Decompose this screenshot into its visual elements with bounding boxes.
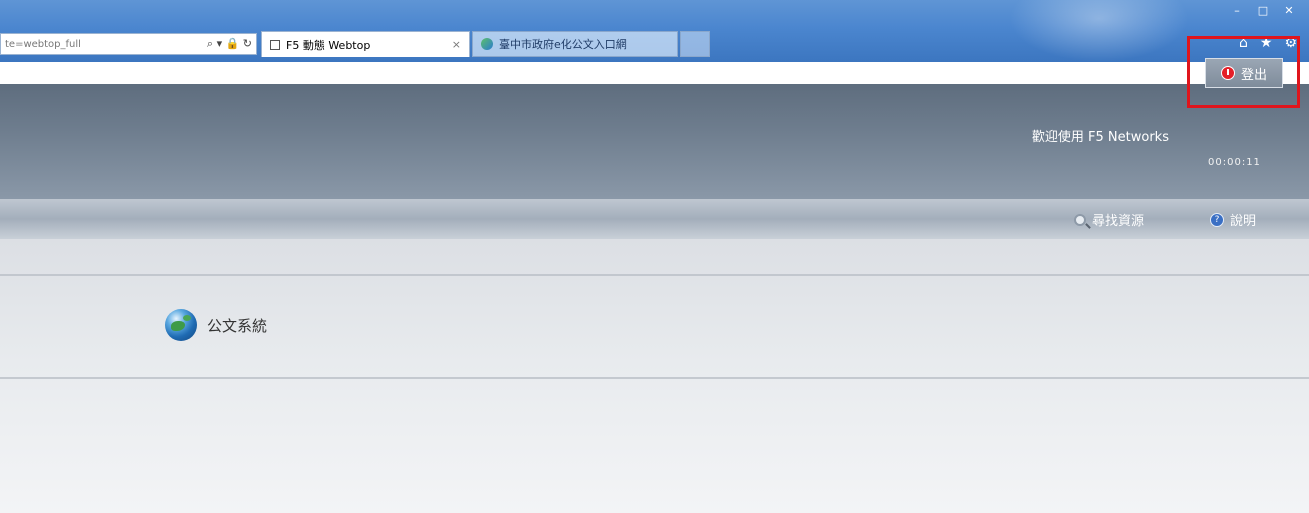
logout-label: 登出 (1240, 67, 1267, 83)
globe-icon (165, 309, 197, 341)
tab-taichung-portal[interactable]: 臺中市政府e化公文入口網 (472, 31, 678, 57)
divider (0, 377, 1309, 379)
new-tab-button[interactable] (680, 31, 710, 57)
help-icon: ? (1210, 212, 1224, 227)
minimize-button[interactable]: – (1225, 4, 1249, 18)
help-label: 說明 (1230, 214, 1257, 229)
page-icon (270, 39, 280, 50)
find-resource-label: 尋找資源 (1092, 214, 1145, 229)
tab-close-icon[interactable]: × (452, 38, 461, 51)
webtop-toolbar: 尋找資源 ? 說明 (0, 199, 1309, 239)
logout-button[interactable]: 登出 (1205, 58, 1283, 88)
browser-chrome: – □ ✕ te=webtop_full ⌕ ▾ 🔒 ↻ F5 動態 Webto… (0, 0, 1309, 62)
tab-f5-webtop[interactable]: F5 動態 Webtop × (261, 31, 470, 57)
window-controls: – □ ✕ (1225, 4, 1301, 18)
tab-label: 臺中市政府e化公文入口網 (499, 38, 627, 51)
find-resource-button[interactable]: 尋找資源 (1074, 210, 1144, 229)
address-bar-tools[interactable]: ⌕ ▾ 🔒 ↻ (207, 37, 256, 51)
search-icon (1074, 213, 1086, 226)
power-icon (1220, 66, 1235, 80)
divider (0, 274, 1309, 276)
resource-area: 公文系統 (0, 239, 1309, 513)
help-button[interactable]: ? 說明 (1210, 210, 1256, 229)
close-window-button[interactable]: ✕ (1277, 4, 1301, 18)
page-top-strip (0, 62, 1309, 84)
address-bar[interactable]: te=webtop_full ⌕ ▾ 🔒 ↻ (0, 33, 257, 55)
site-favicon-icon (481, 38, 493, 50)
webtop-header: 歡迎使用 F5 Networks (0, 84, 1309, 199)
tab-label: F5 動態 Webtop (286, 38, 371, 52)
resource-item-document-system[interactable]: 公文系統 (165, 309, 267, 341)
resource-label: 公文系統 (207, 316, 268, 335)
welcome-text: 歡迎使用 F5 Networks (1031, 130, 1169, 145)
maximize-button[interactable]: □ (1251, 4, 1275, 18)
address-url[interactable]: te=webtop_full (1, 39, 207, 50)
session-timer: 00:00:11 (1208, 157, 1261, 168)
